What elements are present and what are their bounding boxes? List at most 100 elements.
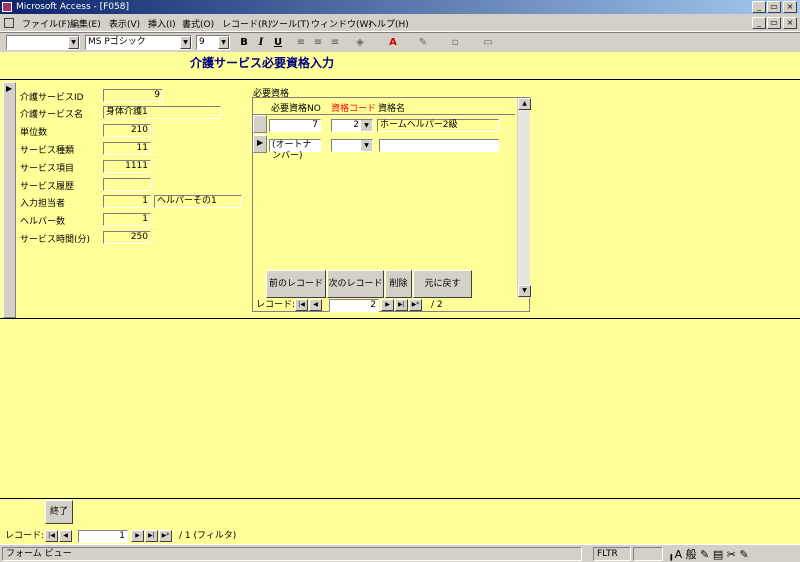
font-size-combo[interactable]: 9 ▼ [196, 35, 230, 50]
font-size: 9 [199, 37, 205, 47]
first-record-icon[interactable]: |◀ [295, 299, 308, 311]
units-field[interactable]: 210 [103, 124, 151, 137]
close-button[interactable]: × [783, 1, 797, 13]
chevron-down-icon[interactable]: ▼ [68, 36, 79, 49]
menu-help[interactable]: ヘルプ(H) [368, 17, 409, 30]
main-record-number[interactable]: 1 [78, 530, 128, 543]
undo-button[interactable]: 元に戻す [413, 270, 472, 298]
section-divider [0, 318, 800, 319]
font-name: MS Pゴシック [88, 37, 146, 47]
label-units: 単位数 [20, 128, 48, 138]
main-nav-label: レコード: [5, 531, 45, 541]
header-code: 資格コード [331, 104, 377, 114]
subform-record-nav: レコード: |◀ ◀ 2 ▶ ▶| ▶* / 2 [253, 298, 515, 312]
fill-color-icon[interactable]: ◈ [352, 36, 368, 50]
header-qual-name: 資格名 [378, 104, 406, 114]
menu-window[interactable]: ウィンドウ(W) [311, 17, 372, 30]
subform-scrollbar[interactable]: ▲ ▼ [517, 98, 531, 298]
qual-no-field[interactable]: 7 [269, 119, 321, 132]
subform-nav-label: レコード: [256, 300, 296, 310]
chevron-down-icon[interactable]: ▼ [361, 120, 372, 131]
doc-minimize-button[interactable]: _ [752, 17, 766, 29]
font-combo[interactable]: MS Pゴシック ▼ [85, 35, 192, 50]
special-effect-icon[interactable]: ▭ [480, 36, 496, 50]
menu-records[interactable]: レコード(R) [222, 17, 271, 30]
doc-restore-button[interactable]: ▭ [767, 17, 781, 29]
new-row-selector[interactable]: ▶ [253, 135, 267, 153]
form-title: 介護サービス必要資格入力 [190, 56, 335, 70]
menu-insert[interactable]: 挿入(I) [148, 17, 176, 30]
menu-format[interactable]: 書式(O) [182, 17, 214, 30]
menu-edit[interactable]: 編集(E) [70, 17, 101, 30]
bold-button[interactable]: B [236, 36, 252, 50]
current-record-icon: ▶ [6, 84, 13, 93]
format-toolbar: ▼ MS Pゴシック ▼ 9 ▼ B I U ≡ ≡ ≡ ◈ A ✎ ▫ ▭ [0, 32, 800, 52]
border-width-icon[interactable]: ▫ [447, 36, 463, 50]
new-qual-code-field[interactable]: ▼ [331, 139, 373, 152]
line-color-icon[interactable]: ✎ [415, 36, 431, 50]
next-record-button[interactable]: 次のレコード [327, 270, 384, 298]
align-right-icon[interactable]: ≡ [327, 36, 343, 50]
menu-view[interactable]: 表示(V) [109, 17, 140, 30]
last-record-icon[interactable]: ▶| [395, 299, 408, 311]
new-qual-no-field[interactable]: (オートナンバー) [269, 139, 321, 161]
delete-button[interactable]: 削除 [385, 270, 412, 298]
minutes-field[interactable]: 250 [103, 231, 151, 244]
doc-close-button[interactable]: × [783, 17, 797, 29]
first-record-icon[interactable]: |◀ [45, 530, 58, 542]
header-required-no: 必要資格NO [271, 104, 321, 114]
service-id-field[interactable]: 9 [103, 89, 163, 102]
label-service-type: サービス種類 [20, 146, 75, 156]
scroll-down-icon[interactable]: ▼ [518, 285, 531, 297]
italic-button[interactable]: I [253, 36, 269, 50]
prev-record-icon[interactable]: ◀ [309, 299, 322, 311]
subform-record-number[interactable]: 2 [329, 299, 379, 312]
status-view: フォーム ビュー [2, 547, 582, 561]
qual-code-value: 2 [353, 120, 359, 130]
status-bar: フォーム ビュー FLTR ╻A 般 ✎ ▤ ✂ ✎ [0, 544, 800, 562]
new-record-icon[interactable]: ▶* [159, 530, 172, 542]
underline-button[interactable]: U [270, 36, 286, 50]
font-color-icon[interactable]: A [385, 36, 401, 50]
align-center-icon[interactable]: ≡ [310, 36, 326, 50]
footer-divider [0, 498, 800, 499]
main-record-nav: レコード: |◀ ◀ 1 ▶ ▶| ▶* / 1 (フィルタ) [3, 529, 403, 543]
last-record-icon[interactable]: ▶| [145, 530, 158, 542]
staff-field[interactable]: 1 [103, 195, 151, 208]
restore-button[interactable]: ▭ [767, 1, 781, 13]
record-selector[interactable]: ▶ [3, 82, 16, 318]
staff-name-field: ヘルパーその1 [154, 195, 242, 208]
menu-tools[interactable]: ツール(T) [270, 17, 310, 30]
new-qual-name-field [379, 139, 499, 152]
document-icon[interactable] [4, 18, 14, 28]
align-left-icon[interactable]: ≡ [293, 36, 309, 50]
chevron-down-icon[interactable]: ▼ [218, 36, 229, 49]
label-helpers: ヘルパー数 [20, 217, 66, 227]
window-title: Microsoft Access - [F058] [16, 2, 129, 12]
new-record-icon: ▶ [257, 138, 264, 147]
label-minutes: サービス時間(分) [20, 235, 91, 245]
object-combo[interactable]: ▼ [6, 35, 80, 50]
label-staff: 入力担当者 [20, 199, 66, 209]
new-record-icon[interactable]: ▶* [409, 299, 422, 311]
menu-file[interactable]: ファイル(F) [22, 17, 70, 30]
access-app-icon[interactable] [2, 2, 12, 12]
next-record-icon[interactable]: ▶ [381, 299, 394, 311]
helpers-field[interactable]: 1 [103, 213, 151, 226]
prev-record-button[interactable]: 前のレコード [266, 270, 326, 298]
qual-name-field: ホームヘルパー2級 [377, 119, 499, 132]
prev-record-icon[interactable]: ◀ [59, 530, 72, 542]
row-selector[interactable] [253, 115, 267, 133]
next-record-icon[interactable]: ▶ [131, 530, 144, 542]
chevron-down-icon[interactable]: ▼ [361, 140, 372, 151]
scroll-up-icon[interactable]: ▲ [518, 98, 531, 110]
qual-code-field[interactable]: 2 ▼ [331, 119, 373, 132]
chevron-down-icon[interactable]: ▼ [180, 36, 191, 49]
minimize-button[interactable]: _ [752, 1, 766, 13]
ime-status-icon[interactable]: ╻A 般 ✎ ▤ ✂ ✎ [668, 546, 749, 562]
exit-button[interactable]: 終了 [45, 500, 73, 524]
service-item-field[interactable]: 1111 [103, 160, 151, 173]
service-history-field[interactable] [103, 178, 151, 191]
service-name-field[interactable]: 身体介護1 [103, 106, 221, 119]
service-type-field[interactable]: 11 [103, 142, 151, 155]
